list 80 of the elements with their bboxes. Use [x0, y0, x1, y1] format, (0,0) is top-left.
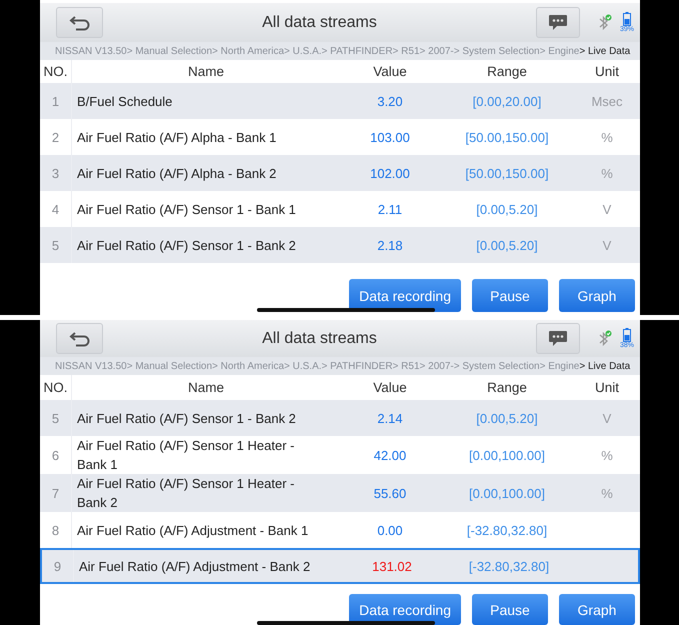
- unit-label: %: [600, 166, 614, 180]
- action-button[interactable]: Data recording: [349, 279, 461, 312]
- action-button[interactable]: Data recording: [349, 594, 461, 625]
- value-range: [0.00,100.00]: [468, 486, 546, 500]
- parameter-value: 103.00: [369, 130, 411, 144]
- table-row[interactable]: 5 Air Fuel Ratio (A/F) Sensor 1 - Bank 2 2.18 [0.00,5.20] V: [40, 227, 640, 263]
- row-number: 9: [42, 550, 74, 582]
- row-number: 5: [40, 227, 72, 263]
- value-range: [0.00,5.20]: [475, 410, 539, 426]
- row-number: 7: [40, 474, 72, 512]
- parameter-name: Air Fuel Ratio (A/F) Sensor 1 Heater - Bank 1: [76, 437, 296, 474]
- parameter-value: 42.00: [372, 448, 408, 462]
- parameter-name: Air Fuel Ratio (A/F) Sensor 1 - Bank 2: [76, 410, 297, 428]
- chat-icon: [548, 14, 568, 31]
- unit-label: %: [600, 130, 614, 144]
- unit-label: %: [600, 486, 614, 500]
- column-header: Range: [486, 380, 528, 395]
- value-range: [0.00,5.20]: [475, 238, 539, 252]
- back-button[interactable]: [56, 7, 103, 38]
- action-button[interactable]: Pause: [472, 279, 548, 312]
- parameter-name: Air Fuel Ratio (A/F) Alpha - Bank 1: [76, 128, 278, 146]
- column-header: Unit: [594, 380, 620, 395]
- parameter-value: 0.00: [376, 522, 404, 538]
- column-header: Name: [186, 64, 225, 79]
- window-title: All data streams: [261, 14, 378, 32]
- value-range: [50.00,150.00]: [464, 166, 550, 180]
- value-range: [0.00,5.20]: [475, 202, 539, 216]
- table-row[interactable]: 1 B/Fuel Schedule 3.20 [0.00,20.00] Msec: [40, 83, 640, 119]
- unit-label: %: [600, 448, 614, 462]
- parameter-name: Air Fuel Ratio (A/F) Sensor 1 - Bank 1: [76, 200, 297, 218]
- value-range: [-32.80,32.80]: [466, 522, 548, 538]
- row-number: 1: [40, 83, 72, 119]
- window-title: All data streams: [261, 330, 378, 348]
- parameter-value: 2.14: [376, 410, 404, 426]
- row-number: 3: [40, 155, 72, 191]
- column-header: Range: [486, 64, 528, 79]
- value-range: [50.00,150.00]: [464, 130, 550, 144]
- value-range: [0.00,100.00]: [468, 448, 546, 462]
- parameter-name: Air Fuel Ratio (A/F) Adjustment - Bank 1: [76, 522, 310, 540]
- back-icon: [68, 330, 90, 346]
- back-button[interactable]: [56, 323, 103, 354]
- unit-label: Msec: [590, 94, 624, 108]
- column-header: Value: [372, 64, 408, 79]
- chat-icon: [548, 330, 568, 347]
- column-header: Name: [186, 380, 225, 395]
- action-button[interactable]: Pause: [472, 594, 548, 625]
- parameter-value: 131.02: [371, 558, 413, 574]
- parameter-value: 55.60: [372, 486, 408, 500]
- value-range: [-32.80,32.80]: [468, 558, 550, 574]
- battery-icon: [622, 328, 631, 342]
- parameter-value: 3.20: [376, 94, 404, 108]
- breadcrumb: NISSAN V13.50> Manual Selection> North America> U.S.A.> PATHFINDER> R51> 2007-> System Selection> Engine> Live Data: [40, 357, 640, 375]
- column-header: Unit: [594, 64, 620, 79]
- table-row[interactable]: 3 Air Fuel Ratio (A/F) Alpha - Bank 2 102.00 [50.00,150.00] %: [40, 155, 640, 191]
- parameter-name: Air Fuel Ratio (A/F) Adjustment - Bank 2: [78, 558, 312, 576]
- parameter-name: B/Fuel Schedule: [76, 92, 174, 110]
- action-button[interactable]: Graph: [559, 279, 635, 312]
- unit-label: V: [602, 238, 612, 252]
- parameter-value: 102.00: [369, 166, 411, 180]
- bluetooth-icon: [598, 14, 612, 32]
- message-button[interactable]: [536, 323, 580, 354]
- parameter-name: Air Fuel Ratio (A/F) Sensor 1 - Bank 2: [76, 236, 297, 254]
- value-range: [0.00,20.00]: [472, 94, 542, 108]
- table-row[interactable]: 7 Air Fuel Ratio (A/F) Sensor 1 Heater - Bank 2 55.60 [0.00,100.00] %: [40, 474, 640, 512]
- column-header: Value: [372, 380, 408, 395]
- parameter-value: 2.18: [376, 238, 404, 252]
- table-row[interactable]: 9 Air Fuel Ratio (A/F) Adjustment - Bank 2 131.02 [-32.80,32.80]: [40, 548, 640, 584]
- unit-label: V: [602, 202, 612, 216]
- row-number: 5: [40, 400, 72, 436]
- action-button[interactable]: Graph: [559, 594, 635, 625]
- table-row[interactable]: 5 Air Fuel Ratio (A/F) Sensor 1 - Bank 2 2.14 [0.00,5.20] V: [40, 400, 640, 436]
- parameter-name: Air Fuel Ratio (A/F) Alpha - Bank 2: [76, 164, 278, 182]
- unit-label: V: [602, 410, 612, 426]
- parameter-name: Air Fuel Ratio (A/F) Sensor 1 Heater - Bank 2: [76, 475, 296, 512]
- breadcrumb: NISSAN V13.50> Manual Selection> North America> U.S.A.> PATHFINDER> R51> 2007-> System Selection> Engine> Live Data: [40, 42, 640, 60]
- battery-icon: [622, 12, 631, 26]
- message-button[interactable]: [536, 7, 580, 38]
- parameter-value: 2.11: [376, 202, 404, 216]
- bluetooth-icon: [598, 330, 612, 348]
- back-icon: [68, 14, 90, 30]
